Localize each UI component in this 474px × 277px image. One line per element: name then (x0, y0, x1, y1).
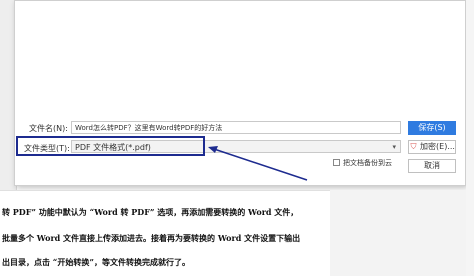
document-line-2: 批量多个 Word 文件直接上传添加进去。接着再为要转换的 Word 文件设置下… (2, 233, 301, 243)
document-line-1: 转 PDF” 功能中默认为 “Word 转 PDF” 选项，再添加需要转换的 W… (2, 207, 299, 217)
document-page: 转 PDF” 功能中默认为 “Word 转 PDF” 选项，再添加需要转换的 W… (0, 190, 330, 277)
annotation-arrow-line (213, 148, 308, 181)
annotation-arrow-head (208, 146, 218, 153)
document-line-3: 出目录，点击 “开始转换”，等文件转换完成就行了。 (2, 257, 190, 267)
document-background (330, 190, 466, 276)
